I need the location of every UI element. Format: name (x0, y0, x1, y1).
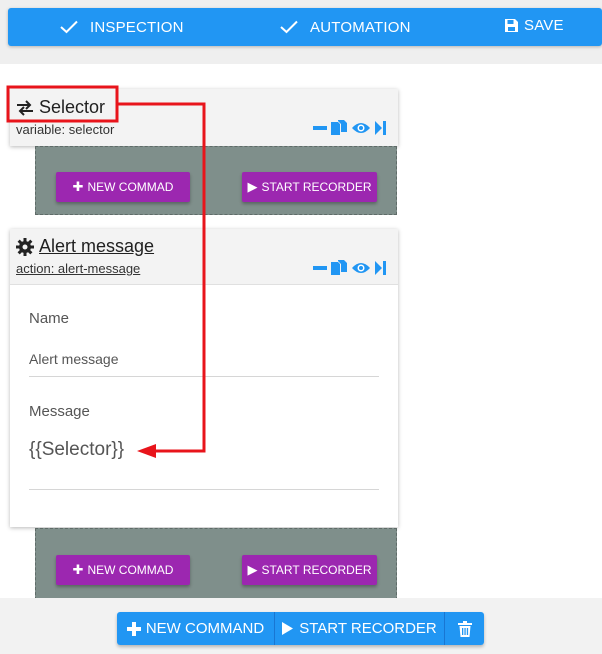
selector-dropzone: ✚ NEW COMMAD ▶ START RECORDER (35, 146, 397, 215)
check-icon (60, 20, 78, 34)
selector-title-text[interactable]: Selector (39, 97, 105, 118)
new-command-button[interactable]: ✚ NEW COMMAD (56, 555, 190, 585)
bottom-start-recorder-button[interactable]: START RECORDER (274, 612, 444, 645)
bottom-start-recorder-label: START RECORDER (299, 620, 437, 637)
copy-icon[interactable] (330, 259, 348, 277)
check-icon (280, 20, 298, 34)
divider (10, 284, 398, 285)
selector-subtitle: variable: selector (16, 122, 115, 137)
name-field-underline (29, 376, 379, 377)
toolbar-area: INSPECTION AUTOMATION SAVE (0, 0, 602, 64)
minus-icon[interactable] (313, 120, 327, 136)
copy-icon[interactable] (330, 119, 348, 137)
message-field-underline (29, 489, 379, 490)
bottom-bar: NEW COMMAND START RECORDER (0, 598, 602, 654)
skip-end-icon[interactable] (374, 260, 386, 276)
eye-icon[interactable] (351, 120, 371, 136)
start-recorder-label: START RECORDER (261, 563, 372, 577)
plus-icon (126, 621, 141, 636)
selector-card: Selector variable: selector (10, 89, 398, 146)
alert-title: Alert message (16, 236, 154, 257)
bottom-button-group: NEW COMMAND START RECORDER (117, 612, 484, 645)
automation-button[interactable]: AUTOMATION (280, 8, 411, 46)
play-icon (282, 622, 294, 635)
automation-label: AUTOMATION (310, 18, 411, 36)
inspection-button[interactable]: INSPECTION (60, 8, 184, 46)
save-label: SAVE (524, 16, 564, 34)
alert-subtitle[interactable]: action: alert-message (16, 261, 140, 276)
save-icon (505, 18, 518, 32)
alert-card: Alert message action: alert-message Name… (10, 229, 398, 527)
message-field-label: Message (29, 403, 90, 420)
name-field-input[interactable]: Alert message (29, 351, 118, 367)
new-command-label: NEW COMMAD (87, 563, 174, 577)
alert-card-header: Alert message action: alert-message (10, 229, 398, 284)
inspection-label: INSPECTION (90, 18, 184, 36)
plus-icon: ✚ (72, 179, 84, 194)
bottom-new-command-label: NEW COMMAND (145, 620, 265, 637)
skip-end-icon[interactable] (374, 120, 386, 136)
gear-icon (16, 237, 34, 256)
play-icon: ▶ (247, 562, 258, 577)
bottom-new-command-button[interactable]: NEW COMMAND (117, 612, 274, 645)
new-command-label: NEW COMMAD (87, 180, 174, 194)
name-field-label: Name (29, 310, 70, 327)
start-recorder-button[interactable]: ▶ START RECORDER (242, 172, 377, 202)
selector-title: Selector (16, 97, 105, 118)
toolbar: INSPECTION AUTOMATION SAVE (8, 8, 602, 46)
start-recorder-label: START RECORDER (261, 180, 372, 194)
trash-icon (457, 620, 472, 637)
delete-button[interactable] (444, 612, 484, 645)
new-command-button[interactable]: ✚ NEW COMMAD (56, 172, 190, 202)
message-field-input[interactable]: {{Selector}} (29, 439, 124, 461)
swap-arrows-icon (17, 99, 33, 116)
alert-title-text[interactable]: Alert message (39, 236, 154, 257)
plus-icon: ✚ (72, 562, 84, 577)
selector-card-header: Selector variable: selector (10, 89, 398, 146)
play-icon: ▶ (247, 179, 258, 194)
start-recorder-button[interactable]: ▶ START RECORDER (242, 555, 377, 585)
alert-dropzone: ✚ NEW COMMAD ▶ START RECORDER (35, 528, 397, 600)
minus-icon[interactable] (313, 260, 327, 276)
alert-card-actions (313, 259, 386, 277)
selector-card-actions (313, 119, 386, 137)
eye-icon[interactable] (351, 260, 371, 276)
save-button[interactable]: SAVE (504, 6, 564, 44)
